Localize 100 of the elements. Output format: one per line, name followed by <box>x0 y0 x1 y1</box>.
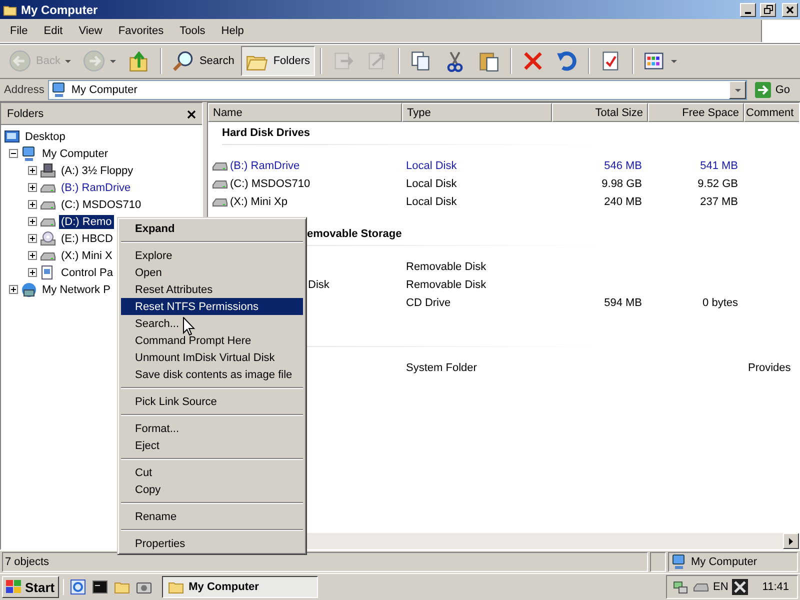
console-icon <box>92 579 108 595</box>
expand-toggle[interactable] <box>28 183 37 192</box>
column-header[interactable]: Total Size <box>552 103 648 122</box>
desktop-icon <box>4 128 20 144</box>
network-tray-icon[interactable] <box>673 579 689 595</box>
context-menu-item[interactable]: Rename <box>121 508 303 525</box>
delete-icon <box>522 50 544 72</box>
tree-item[interactable]: Control Pa <box>59 266 115 280</box>
expand-toggle[interactable] <box>28 200 37 209</box>
context-menu-item[interactable]: Command Prompt Here <box>121 332 303 349</box>
menu-item[interactable]: Edit <box>36 24 71 36</box>
scroll-right-button[interactable] <box>783 533 799 549</box>
search-icon <box>172 50 194 72</box>
tree-item[interactable]: (E:) HBCD <box>59 232 115 246</box>
copy-icon <box>410 50 432 72</box>
search-button[interactable]: Search <box>167 46 240 76</box>
clock: 11:41 <box>762 581 789 593</box>
expand-toggle[interactable] <box>9 285 18 294</box>
menu-item[interactable]: File <box>2 24 36 36</box>
context-menu-item[interactable]: Format... <box>121 420 303 437</box>
go-button[interactable]: Go <box>751 82 796 98</box>
move-to-icon <box>332 50 354 72</box>
collapse-toggle[interactable] <box>9 149 18 158</box>
tree-item[interactable]: Desktop <box>23 130 68 144</box>
context-menu-item[interactable]: Explore <box>121 247 303 264</box>
tree-item[interactable]: (D:) Remo <box>59 214 114 228</box>
right-arrow-icon <box>789 538 793 544</box>
expand-toggle[interactable] <box>28 251 37 260</box>
close-button[interactable] <box>782 2 798 16</box>
menu-item[interactable]: Tools <box>172 24 214 36</box>
file-name[interactable]: (B:) RamDrive <box>230 160 300 172</box>
column-header[interactable]: Name <box>208 103 402 122</box>
expand-toggle[interactable] <box>28 234 37 243</box>
total-size-cell: 240 MB <box>604 196 642 208</box>
mouse-pointer-icon <box>183 317 195 336</box>
column-header[interactable]: Comment <box>744 103 799 122</box>
close-icon <box>187 110 196 118</box>
tree-item[interactable]: (C:) MSDOS710 <box>59 198 144 212</box>
total-size-cell: 546 MB <box>604 160 642 172</box>
group-heading: emovable Storage <box>307 227 402 242</box>
taskbar-button[interactable]: My Computer <box>162 576 318 598</box>
context-menu-item[interactable]: Reset Attributes <box>121 281 303 298</box>
dropdown-button[interactable] <box>729 81 746 99</box>
menu-item[interactable]: Help <box>213 24 252 36</box>
file-name[interactable]: (C:) MSDOS710 <box>230 178 310 190</box>
context-menu-item[interactable]: Eject <box>121 437 303 454</box>
restore-icon <box>764 5 772 14</box>
windows-logo-icon <box>6 580 22 594</box>
menu-item[interactable]: Favorites <box>110 24 172 36</box>
context-menu-item[interactable]: Copy <box>121 481 303 498</box>
folders-button[interactable]: Folders <box>241 46 316 76</box>
up-folder-icon <box>128 50 150 72</box>
context-menu-item[interactable]: Unmount ImDisk Virtual Disk <box>121 349 303 366</box>
expand-toggle[interactable] <box>28 268 37 277</box>
minimize-button[interactable] <box>740 2 756 16</box>
free-space-cell: 0 bytes <box>702 297 738 309</box>
file-name[interactable]: (X:) Mini Xp <box>230 196 288 208</box>
column-header[interactable]: Type <box>402 103 552 122</box>
column-header[interactable]: Free Space <box>648 103 744 122</box>
tree-item[interactable]: (A:) 3½ Floppy <box>59 164 136 178</box>
computer-icon <box>671 554 687 570</box>
pane-title: Folders <box>7 108 44 120</box>
language-indicator[interactable]: EN <box>713 581 728 593</box>
total-size-cell: 594 MB <box>604 297 642 309</box>
type-cell: Removable Disk <box>406 261 486 273</box>
tree-item[interactable]: (X:) Mini X <box>59 248 114 262</box>
comment-cell: Provides <box>748 362 791 374</box>
menu-item[interactable]: View <box>70 24 110 36</box>
group-heading: Hard Disk Drives <box>222 126 310 141</box>
expand-toggle[interactable] <box>28 217 37 226</box>
floppy-drive-icon <box>40 162 56 178</box>
context-menu-item[interactable]: Search... <box>121 315 303 332</box>
expand-toggle[interactable] <box>28 166 37 175</box>
context-menu-item[interactable]: Reset NTFS Permissions <box>121 298 303 315</box>
tree-item[interactable]: My Network P <box>40 282 112 296</box>
restore-button[interactable] <box>760 2 776 16</box>
context-menu-item[interactable]: Cut <box>121 464 303 481</box>
file-name[interactable]: Disk <box>308 279 330 291</box>
computer-icon <box>21 146 37 162</box>
start-button[interactable]: Start <box>2 576 59 598</box>
context-menu-item[interactable]: Open <box>121 264 303 281</box>
tree-item[interactable]: (B:) RamDrive <box>59 180 133 194</box>
context-menu-item[interactable]: Save disk contents as image file <box>121 366 303 383</box>
window-title: My Computer <box>21 2 99 16</box>
context-menu-item[interactable]: Pick Link Source <box>121 393 303 410</box>
context-menu-item[interactable]: Properties <box>121 535 303 552</box>
undo-icon <box>556 50 578 72</box>
close-icon <box>786 6 794 14</box>
free-space-cell: 237 MB <box>700 196 738 208</box>
quick-launch-button[interactable] <box>92 579 108 595</box>
type-cell: CD Drive <box>406 297 451 309</box>
minimize-icon <box>745 12 751 14</box>
type-cell: Local Disk <box>406 178 457 190</box>
status-location: My Computer <box>668 552 798 572</box>
context-menu-item[interactable]: Expand <box>121 220 303 237</box>
address-field[interactable]: My Computer <box>48 80 748 100</box>
total-size-cell: 9.98 GB <box>602 178 642 190</box>
go-arrow-icon <box>755 82 772 98</box>
tree-item[interactable]: My Computer <box>40 146 110 160</box>
type-cell: Local Disk <box>406 196 457 208</box>
